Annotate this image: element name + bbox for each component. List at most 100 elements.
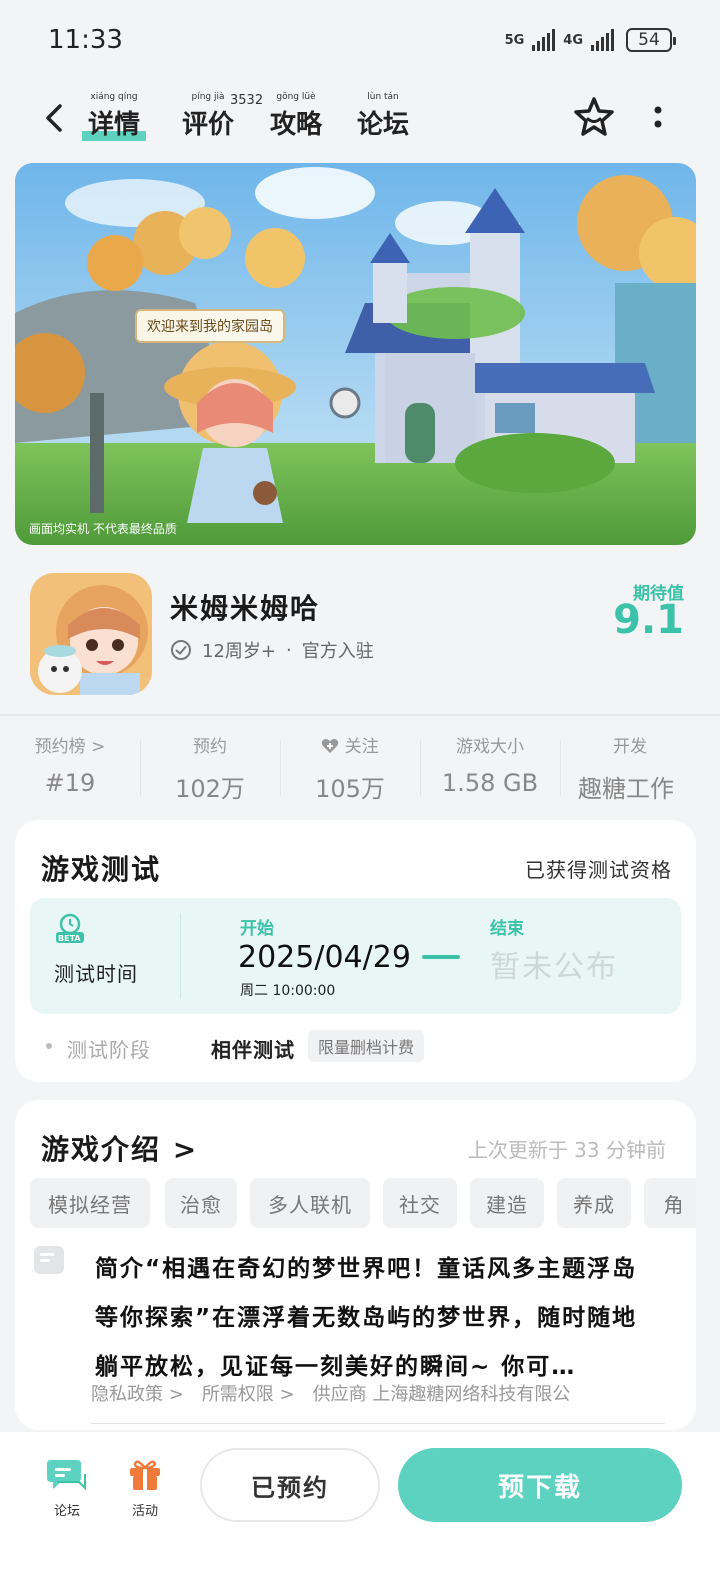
banner-scene — [15, 163, 696, 545]
forum-button[interactable]: 论坛 — [42, 1456, 92, 1519]
battery-icon: 54 — [626, 28, 676, 52]
tab-guides-label: 攻略 — [270, 110, 323, 140]
network-5g-label: 5G — [504, 32, 525, 48]
test-phase-label: 测试阶段 — [67, 1038, 151, 1062]
tag-item[interactable]: 养成 — [557, 1178, 631, 1228]
tag-item[interactable]: 社交 — [383, 1178, 457, 1228]
stats-row: 预约榜 > #19 预约 102万 关注 105万 游戏大小 1.58 GB 开… — [0, 732, 720, 803]
score-value: 9.1 — [613, 597, 684, 643]
stat-follows-value: 105万 — [315, 775, 385, 803]
tab-reviews[interactable]: píng jià 评价 — [182, 92, 235, 141]
tag-item[interactable]: 模拟经营 — [30, 1178, 150, 1228]
chat-bubble-icon — [47, 1460, 86, 1491]
banner-caption: 画面均实机 不代表最终品质 — [29, 522, 177, 536]
stat-size-label: 游戏大小 — [456, 737, 524, 757]
status-indicators: 5G 4G 54 — [504, 28, 676, 52]
stat-follows-label: 关注 — [280, 732, 420, 757]
game-test-title: 游戏测试 — [41, 853, 162, 886]
privacy-policy-link[interactable]: 隐私政策 > — [91, 1380, 184, 1406]
heart-plus-icon — [322, 739, 339, 753]
tag-list: 模拟经营 治愈 多人联机 社交 建造 养成 角 — [30, 1178, 696, 1228]
meta-dot: · — [286, 639, 292, 661]
policy-links: 隐私政策 > 所需权限 > 供应商 上海趣糖网络科技有限公 — [91, 1380, 681, 1406]
status-bar: 11:33 5G 4G 54 — [0, 0, 720, 80]
signal-icon-2 — [591, 29, 614, 51]
tab-reviews-label: 评价 — [182, 110, 235, 140]
stat-follows-text: 关注 — [344, 737, 379, 757]
forum-label: 论坛 — [53, 1504, 80, 1519]
game-intro-card: 游戏介绍 > 上次更新于 33 分钟前 模拟经营 治愈 多人联机 社交 建造 养… — [15, 1100, 696, 1430]
bottom-action-bar: 论坛 活动 已预约 预下载 — [0, 1432, 720, 1588]
network-4g-label: 4G — [563, 32, 583, 48]
stat-follows[interactable]: 关注 105万 — [280, 732, 420, 803]
last-updated: 上次更新于 33 分钟前 — [467, 1138, 666, 1162]
stat-developer-label: 开发 — [613, 737, 647, 757]
star-icon[interactable] — [572, 95, 616, 139]
app-icon — [30, 573, 152, 695]
test-phase-tag: 限量删档计费 — [308, 1030, 425, 1062]
test-time-label: 测试时间 — [54, 962, 138, 986]
beta-badge: BETA — [58, 934, 81, 943]
game-test-card: 游戏测试 已获得测试资格 BETA 测试时间 开始 2025/04/29 周二 … — [15, 820, 696, 1082]
test-divider — [180, 914, 181, 998]
reserved-button[interactable]: 已预约 — [200, 1448, 380, 1522]
stat-reservations: 预约 102万 — [140, 732, 280, 803]
status-time: 11:33 — [48, 25, 123, 55]
document-icon — [34, 1246, 64, 1274]
stat-reservations-label: 预约 — [193, 737, 227, 757]
start-date: 2025/04/29 — [238, 940, 411, 975]
tab-details-pinyin: xiáng qíng — [90, 92, 138, 102]
start-time: 周二 10:00:00 — [240, 983, 336, 999]
app-meta: 12周岁+ · 官方入驻 — [170, 637, 374, 663]
battery-level: 54 — [638, 30, 660, 50]
stat-developer-value: 趣糖工作 — [578, 775, 674, 803]
permissions-link[interactable]: 所需权限 > — [202, 1380, 295, 1406]
game-intro-title[interactable]: 游戏介绍 > — [41, 1128, 198, 1168]
tab-details-label: 详情 — [88, 110, 141, 140]
test-schedule-box: BETA 测试时间 开始 2025/04/29 周二 10:00:00 结束 暂… — [30, 898, 681, 1014]
chevron-left-icon — [46, 104, 62, 132]
supplier-info: 供应商 上海趣糖网络科技有限公 — [312, 1384, 571, 1405]
start-label: 开始 — [240, 919, 274, 939]
activity-label: 活动 — [131, 1504, 158, 1519]
tag-item[interactable]: 多人联机 — [250, 1178, 370, 1228]
predownload-button[interactable]: 预下载 — [398, 1448, 682, 1522]
game-description[interactable]: 简介“相遇在奇幻的梦世界吧！童话风多主题浮岛等你探索”在漂浮着无数岛屿的梦世界，… — [95, 1245, 655, 1392]
age-rating: 12周岁+ — [202, 641, 276, 662]
tab-forum[interactable]: lùn tán 论坛 — [357, 92, 410, 141]
test-phase-type: 相伴测试 — [211, 1038, 295, 1062]
activity-button[interactable]: 活动 — [120, 1456, 170, 1519]
stat-size-value: 1.58 GB — [441, 769, 539, 797]
check-circle-icon — [171, 640, 191, 660]
divider — [0, 714, 720, 716]
tab-reviews-pinyin: píng jià — [191, 92, 225, 102]
signal-icon — [532, 29, 556, 51]
end-value: 暂未公布 — [490, 950, 618, 985]
gift-icon — [130, 1460, 160, 1490]
bullet-dot — [46, 1043, 52, 1049]
official-badge: 官方入驻 — [301, 641, 374, 662]
stat-developer[interactable]: 开发 趣糖工作 — [560, 732, 700, 803]
tag-item[interactable]: 建造 — [470, 1178, 544, 1228]
stat-ranking[interactable]: 预约榜 > #19 — [0, 732, 140, 802]
app-name: 米姆米姆哈 — [170, 592, 321, 625]
app-info: 米姆米姆哈 12周岁+ · 官方入驻 期待值 9.1 — [0, 573, 720, 703]
back-button[interactable] — [34, 98, 74, 138]
end-label: 结束 — [490, 919, 524, 939]
stat-reservations-value: 102万 — [175, 775, 245, 803]
tab-guides[interactable]: gōng lüè 攻略 — [270, 92, 323, 141]
tab-details[interactable]: xiáng qíng 详情 — [81, 92, 147, 141]
app-icon-art — [30, 573, 152, 695]
stat-ranking-value: #19 — [44, 769, 96, 797]
tab-guides-pinyin: gōng lüè — [276, 92, 316, 102]
tag-item[interactable]: 角 — [644, 1178, 696, 1228]
divider — [91, 1423, 665, 1424]
tab-forum-pinyin: lùn tán — [367, 92, 399, 102]
tab-forum-label: 论坛 — [357, 110, 410, 140]
tag-item[interactable]: 治愈 — [165, 1178, 237, 1228]
stat-ranking-label: 预约榜 > — [34, 737, 106, 757]
more-vertical-icon[interactable] — [646, 100, 670, 136]
banner-welcome-sign: 欢迎来到我的家园岛 — [135, 309, 285, 343]
banner-image[interactable]: 欢迎来到我的家园岛 画面均实机 不代表最终品质 — [15, 163, 696, 545]
top-nav: xiáng qíng 详情 píng jià 评价 3532 gōng lüè … — [0, 90, 720, 150]
